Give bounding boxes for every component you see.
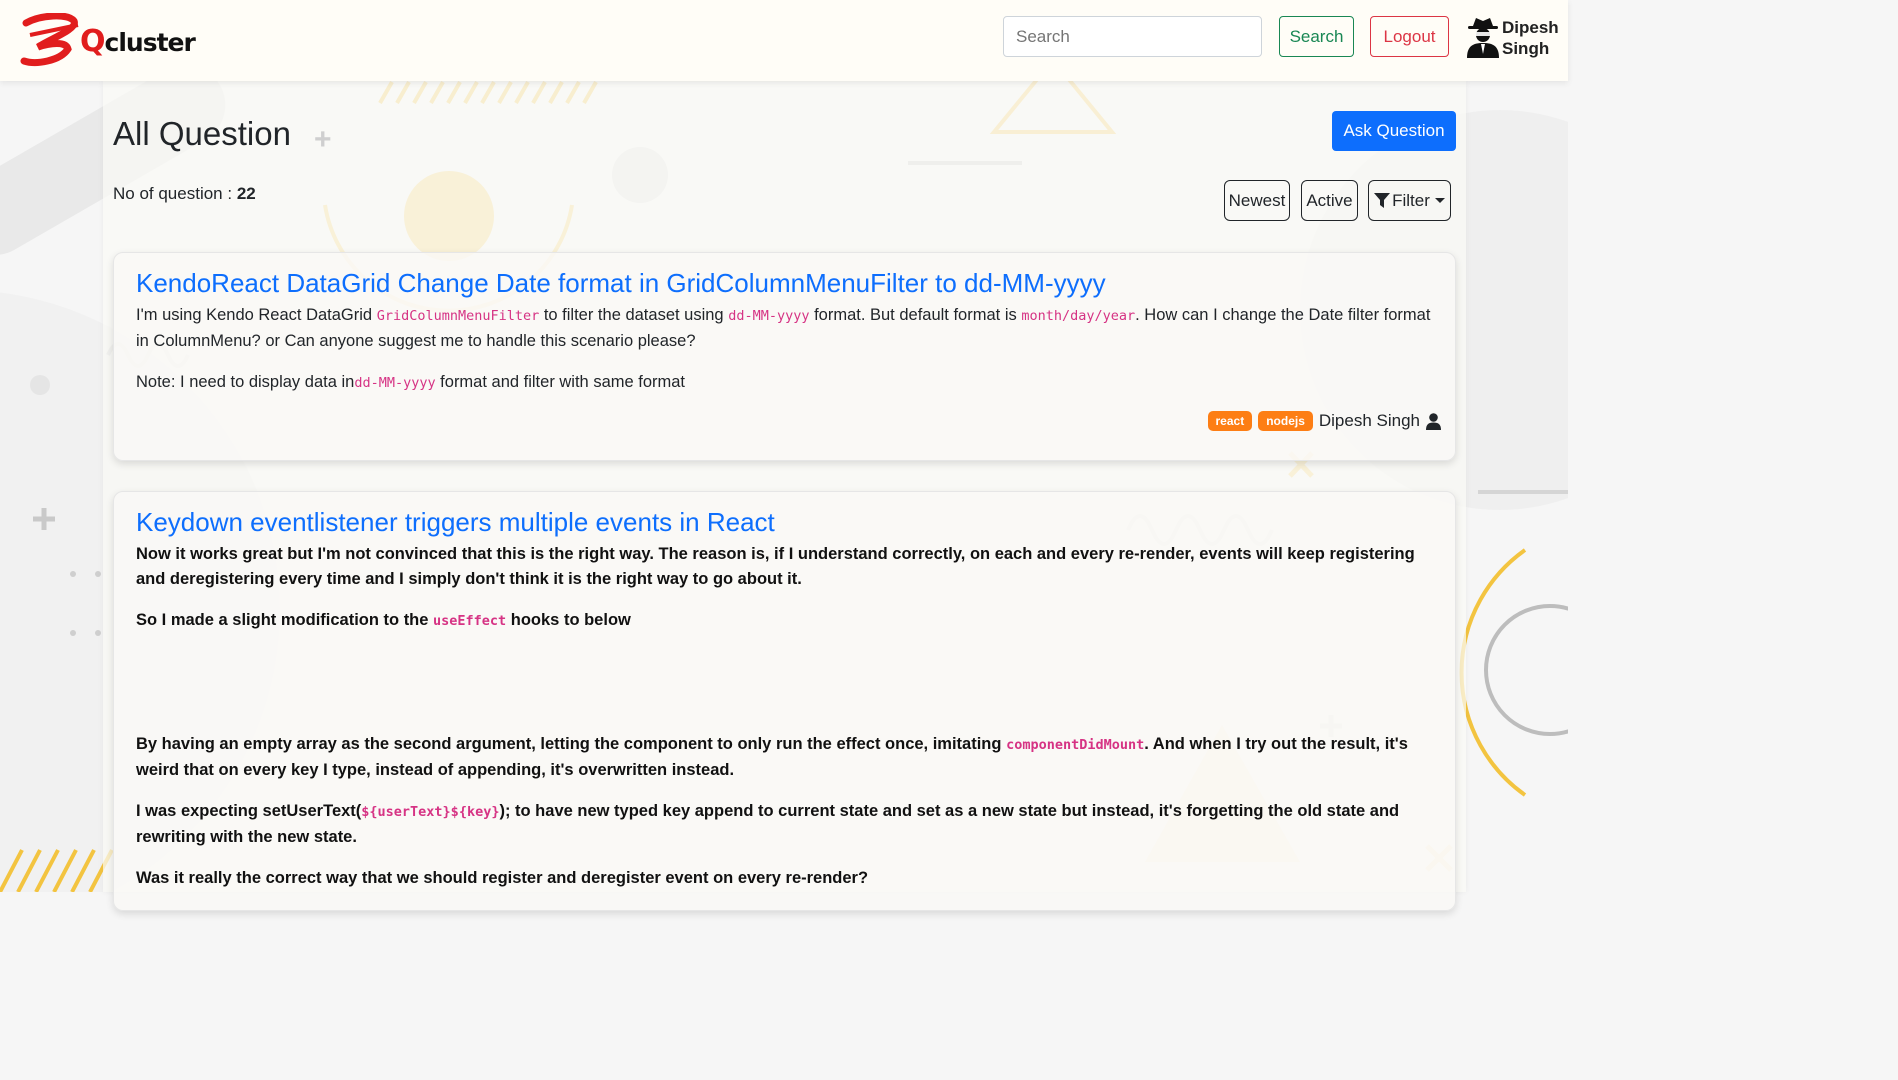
question-paragraph: I'm using Kendo React DataGrid GridColum… xyxy=(136,303,1436,354)
logout-button[interactable]: Logout xyxy=(1370,16,1449,57)
text-segment: Note: I need to display data in xyxy=(136,373,355,391)
text-segment: So I made a slight modification to the xyxy=(136,611,434,629)
code-snippet: useEffect xyxy=(433,613,507,629)
code-snippet: dd-MM-yyyy xyxy=(728,308,810,324)
brand-q: Q xyxy=(80,24,105,59)
text-segment: format. But default format is xyxy=(809,306,1022,324)
brand-name[interactable]: Qcluster xyxy=(80,24,196,59)
question-card: Keydown eventlistener triggers multiple … xyxy=(113,491,1456,911)
text-segment: I was expecting setUserText( xyxy=(136,802,362,820)
tag-react[interactable]: react xyxy=(1207,411,1253,431)
user-first-name: Dipesh xyxy=(1502,18,1559,37)
question-meta: react nodejs Dipesh Singh xyxy=(1207,411,1441,431)
text-segment: to filter the dataset using xyxy=(539,306,729,324)
question-paragraph: Was it really the correct way that we sh… xyxy=(136,869,869,887)
user-icon xyxy=(1426,412,1441,430)
code-snippet: componentDidMount xyxy=(1006,737,1145,753)
question-title-link[interactable]: KendoReact DataGrid Change Date format i… xyxy=(136,268,1106,299)
code-snippet: dd-MM-yyyy xyxy=(354,375,436,391)
text-segment: I'm using Kendo React DataGrid xyxy=(136,306,377,324)
navbar: Qcluster Search Logout Dipesh Singh xyxy=(0,0,1568,81)
question-paragraph: Now it works great but I'm not convinced… xyxy=(136,545,1415,588)
question-title-link[interactable]: Keydown eventlistener triggers multiple … xyxy=(136,507,775,538)
user-secret-icon[interactable] xyxy=(1465,16,1501,58)
sort-active-button[interactable]: Active xyxy=(1301,180,1358,221)
ask-question-button[interactable]: Ask Question xyxy=(1332,111,1456,151)
empty-code-block xyxy=(136,650,1436,732)
question-count-value: 22 xyxy=(236,184,256,203)
plus-icon: + xyxy=(314,123,332,156)
chevron-down-icon xyxy=(1434,198,1445,203)
code-snippet: month/day/year xyxy=(1021,308,1136,324)
text-segment: format and filter with same format xyxy=(435,373,686,391)
question-excerpt: I'm using Kendo React DataGrid GridColum… xyxy=(136,303,1436,412)
page-title: All Question xyxy=(113,115,291,152)
author-name[interactable]: Dipesh Singh xyxy=(1319,411,1420,431)
user-name[interactable]: Dipesh Singh xyxy=(1502,17,1562,59)
filter-icon xyxy=(1374,193,1391,208)
question-paragraph: Note: I need to display data indd-MM-yyy… xyxy=(136,370,1436,396)
question-count-label: No of question : xyxy=(113,184,237,203)
question-count: No of question : 22 xyxy=(113,184,256,204)
main-content: All Question + Ask Question No of questi… xyxy=(103,81,1466,911)
question-card: KendoReact DataGrid Change Date format i… xyxy=(113,252,1456,461)
question-paragraph: So I made a slight modification to the u… xyxy=(136,608,1436,634)
question-paragraph: By having an empty array as the second a… xyxy=(136,732,1436,783)
search-button[interactable]: Search xyxy=(1279,16,1354,57)
code-snippet: ${userText}${key} xyxy=(361,804,500,820)
tag-nodejs[interactable]: nodejs xyxy=(1258,411,1313,431)
search-input[interactable] xyxy=(1003,16,1262,57)
user-last-name: Singh xyxy=(1502,39,1550,58)
sort-newest-button[interactable]: Newest xyxy=(1224,180,1290,221)
question-paragraph: I was expecting setUserText(${userText}$… xyxy=(136,799,1436,850)
text-segment: hooks to below xyxy=(506,611,631,629)
filter-label: Filter xyxy=(1392,190,1430,210)
brand-rest: cluster xyxy=(104,28,196,57)
code-snippet: GridColumnMenuFilter xyxy=(376,308,540,324)
text-segment: By having an empty array as the second a… xyxy=(136,735,1007,753)
question-excerpt: Now it works great but I'm not convinced… xyxy=(136,542,1436,907)
filter-dropdown-button[interactable]: Filter xyxy=(1368,180,1451,221)
